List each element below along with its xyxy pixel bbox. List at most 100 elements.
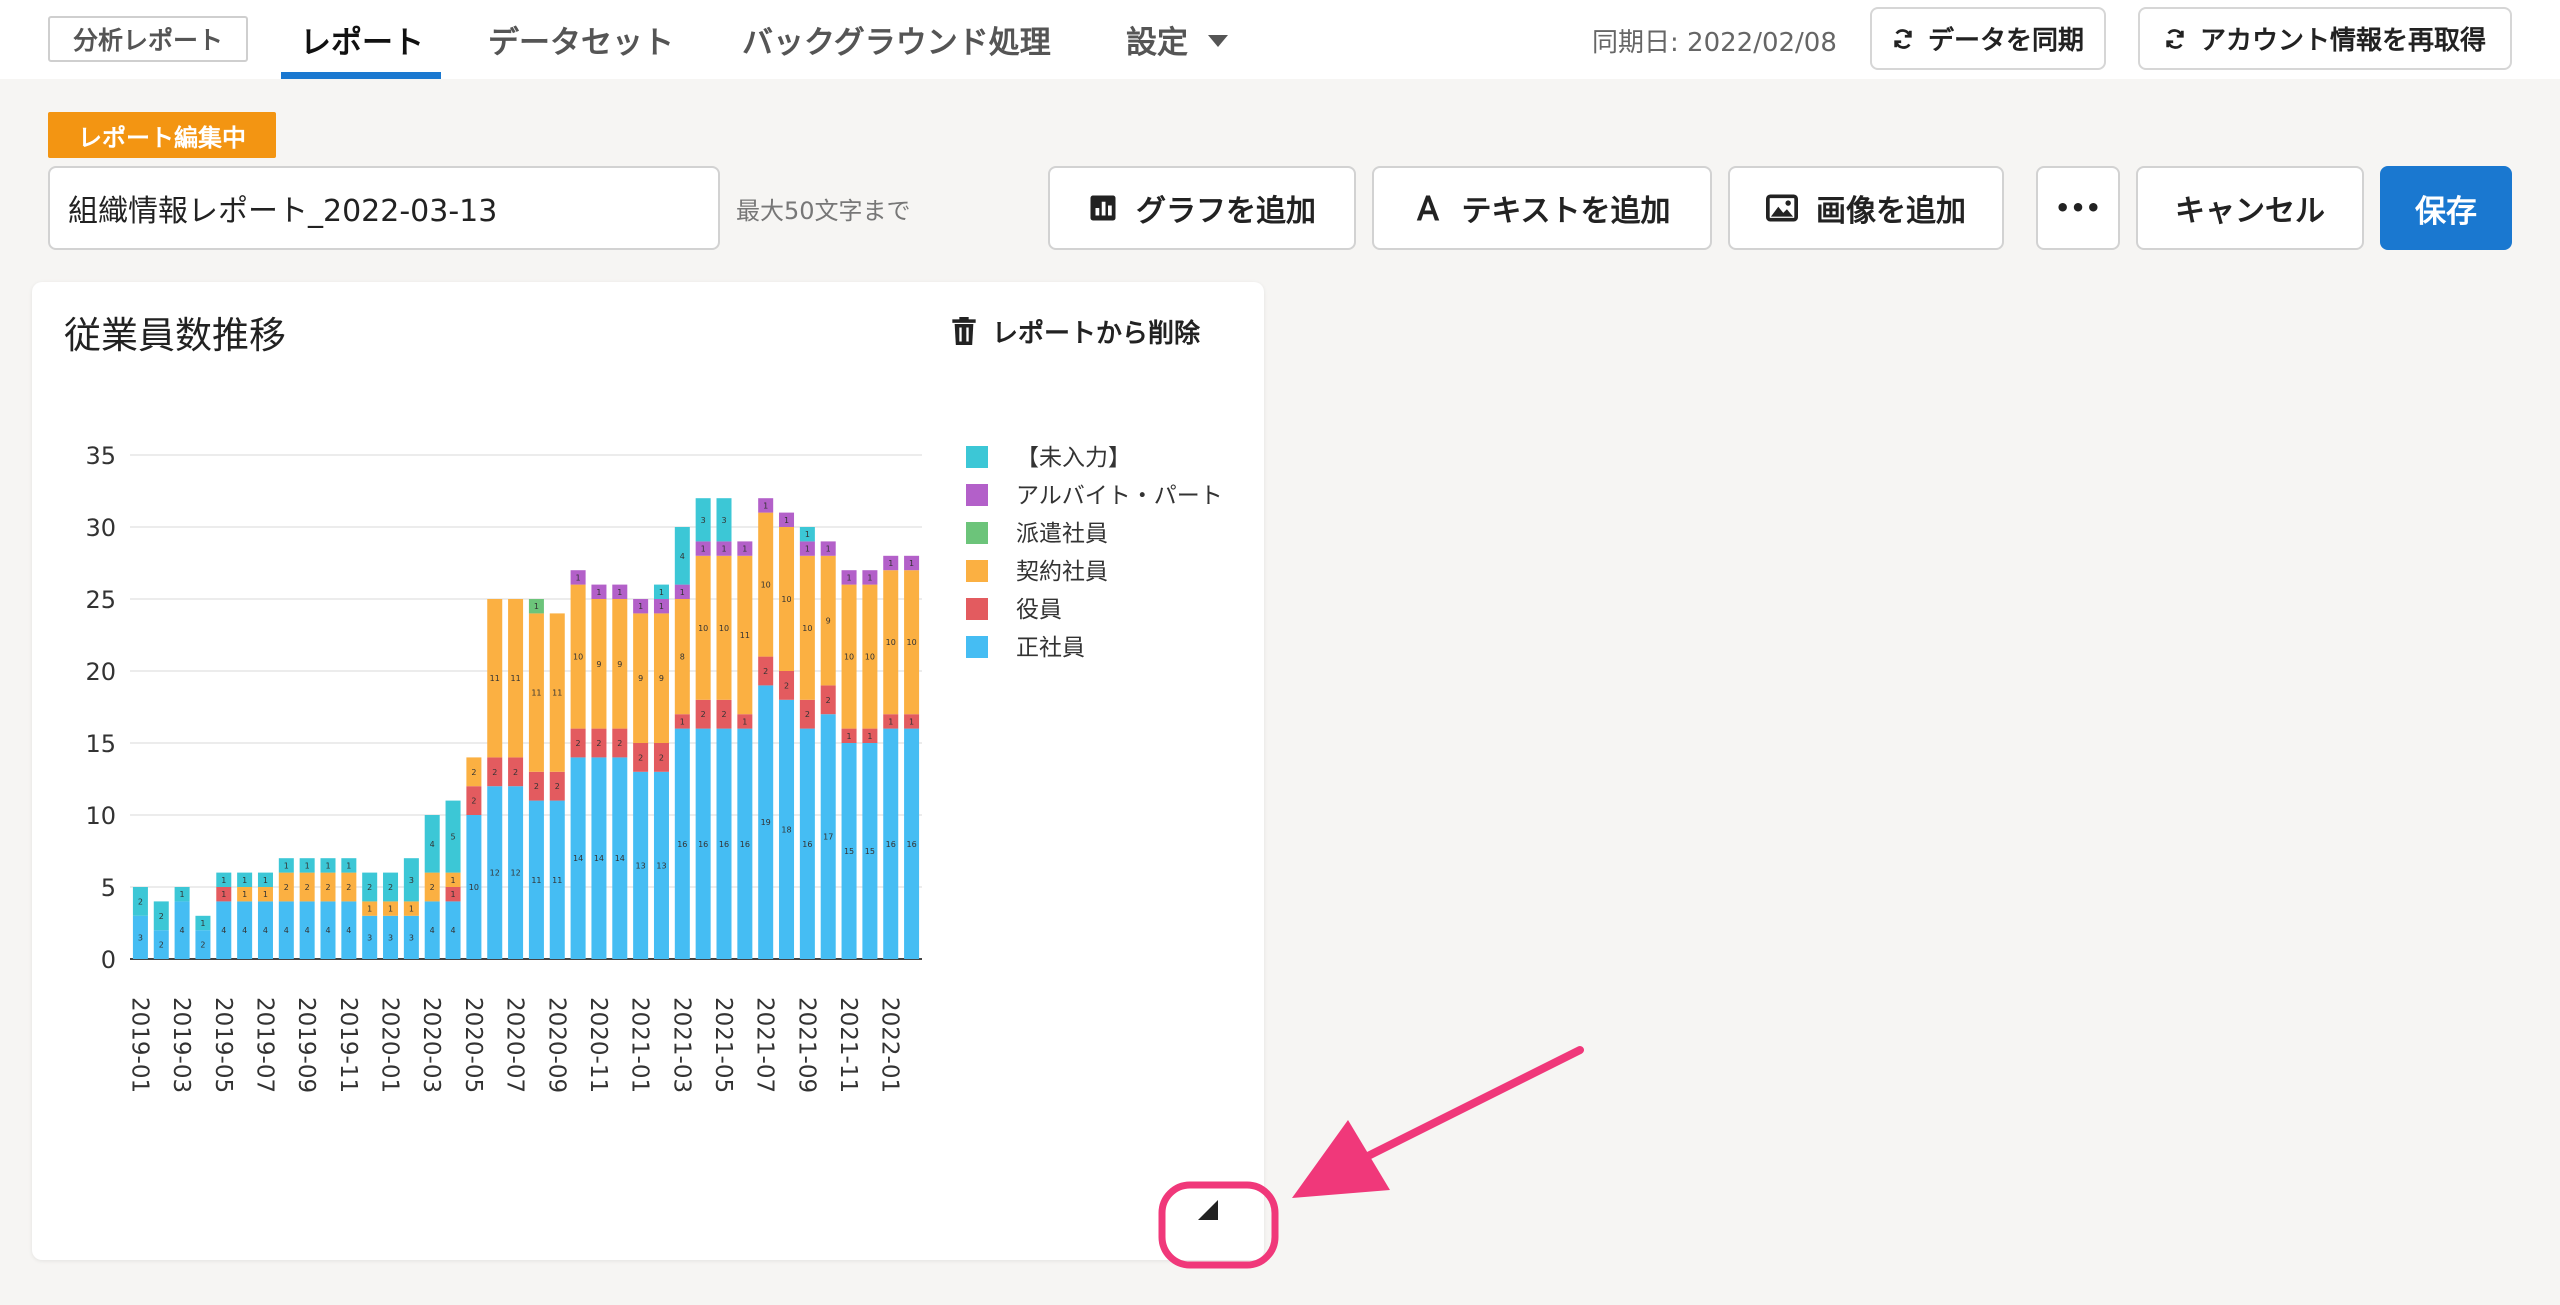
x-tick-label: 2020-03 — [418, 997, 444, 1093]
bar-data-label: 1 — [325, 861, 330, 870]
bar-data-label: 4 — [242, 926, 247, 935]
bar-data-label: 1 — [263, 890, 268, 899]
employee-count-chart: 0510152025303532224121411411411421421421… — [85, 442, 1223, 1093]
bar-data-label: 19 — [761, 818, 771, 827]
bar-data-label: 2 — [346, 883, 351, 892]
bar-data-label: 1 — [763, 501, 768, 510]
bar-data-label: 16 — [802, 840, 812, 849]
bar-data-label: 11 — [531, 689, 541, 698]
y-tick-label: 35 — [85, 442, 116, 470]
bar-data-label: 11 — [510, 674, 520, 683]
bar-data-label: 12 — [490, 869, 500, 878]
bar-data-label: 1 — [805, 545, 810, 554]
x-tick-label: 2019-05 — [210, 997, 236, 1093]
bar-data-label: 1 — [284, 861, 289, 870]
bar-data-label: 2 — [659, 753, 664, 762]
x-tick-label: 2019-03 — [168, 997, 194, 1093]
bar-data-label: 1 — [451, 890, 456, 899]
bar-data-label: 13 — [636, 861, 646, 870]
bar-data-label: 1 — [742, 717, 747, 726]
bar-data-label: 1 — [888, 559, 893, 568]
bar-data-label: 3 — [388, 933, 393, 942]
bar-data-label: 5 — [451, 833, 456, 842]
bar-data-label: 1 — [888, 717, 893, 726]
bar-data-label: 3 — [701, 516, 706, 525]
bar-data-label: 10 — [865, 653, 875, 662]
legend-label: アルバイト・パート — [1016, 483, 1223, 509]
x-tick-label: 2021-05 — [710, 997, 736, 1093]
bar-data-label: 10 — [844, 653, 854, 662]
y-tick-label: 25 — [85, 586, 116, 614]
legend-label: 役員 — [1016, 597, 1062, 623]
bar-data-label: 1 — [867, 573, 872, 582]
x-tick-label: 2020-07 — [502, 997, 528, 1093]
bar-data-label: 3 — [367, 933, 372, 942]
legend-label: 契約社員 — [1016, 559, 1108, 585]
bar-data-label: 1 — [576, 573, 581, 582]
bar-data-label: 10 — [886, 638, 896, 647]
bar-data-label: 3 — [409, 933, 414, 942]
bar-data-label: 3 — [409, 876, 414, 885]
bar-data-label: 10 — [469, 883, 479, 892]
y-tick-label: 0 — [101, 946, 116, 974]
bar-data-label: 1 — [867, 732, 872, 741]
y-tick-label: 30 — [85, 514, 116, 542]
x-tick-label: 2020-01 — [377, 997, 403, 1093]
bar-data-label: 1 — [242, 890, 247, 899]
bar-data-label: 10 — [761, 581, 771, 590]
bar-data-label: 16 — [719, 840, 729, 849]
bar-data-label: 1 — [909, 559, 914, 568]
x-tick-label: 2020-05 — [460, 997, 486, 1093]
bar-data-label: 16 — [677, 840, 687, 849]
legend-swatch — [966, 446, 988, 468]
resize-handle-icon[interactable] — [1196, 1198, 1220, 1222]
bar-data-label: 1 — [221, 890, 226, 899]
bar-data-label: 2 — [513, 768, 518, 777]
bar-data-label: 1 — [659, 588, 664, 597]
bar-data-label: 3 — [138, 933, 143, 942]
bar-data-label: 4 — [430, 926, 435, 935]
bar-data-label: 1 — [805, 530, 810, 539]
bar-data-label: 10 — [906, 638, 916, 647]
bar-data-label: 1 — [388, 905, 393, 914]
bar-data-label: 1 — [200, 919, 205, 928]
x-tick-label: 2020-11 — [585, 997, 611, 1093]
bar-data-label: 2 — [596, 739, 601, 748]
bar-data-label: 2 — [492, 768, 497, 777]
x-tick-label: 2019-11 — [335, 997, 361, 1093]
bar-data-label: 11 — [531, 876, 541, 885]
x-tick-label: 2019-01 — [126, 997, 152, 1093]
bar-data-label: 13 — [656, 861, 666, 870]
bar-data-label: 1 — [659, 602, 664, 611]
bar-data-label: 2 — [805, 710, 810, 719]
bar-data-label: 4 — [284, 926, 289, 935]
bar-data-label: 1 — [847, 573, 852, 582]
bar-data-label: 2 — [284, 883, 289, 892]
legend-label: 正社員 — [1016, 635, 1085, 661]
bar-data-label: 10 — [698, 624, 708, 633]
bar-data-label: 2 — [471, 797, 476, 806]
bar-data-label: 11 — [552, 689, 562, 698]
bar-data-label: 1 — [305, 861, 310, 870]
bar-data-label: 4 — [305, 926, 310, 935]
bar-data-label: 15 — [844, 847, 854, 856]
bar-data-label: 9 — [617, 660, 622, 669]
x-tick-label: 2020-09 — [543, 997, 569, 1093]
x-tick-label: 2021-11 — [835, 997, 861, 1093]
bar-data-label: 1 — [346, 861, 351, 870]
bar-data-label: 15 — [865, 847, 875, 856]
bar-data-label: 2 — [763, 667, 768, 676]
bar-data-label: 1 — [617, 588, 622, 597]
bar-data-label: 4 — [680, 552, 685, 561]
legend-swatch — [966, 598, 988, 620]
bar-data-label: 2 — [576, 739, 581, 748]
bar-data-label: 18 — [781, 825, 791, 834]
legend-swatch — [966, 560, 988, 582]
bar-data-label: 2 — [534, 782, 539, 791]
legend-label: 【未入力】 — [1016, 445, 1131, 471]
x-tick-label: 2021-09 — [793, 997, 819, 1093]
legend-label: 派遣社員 — [1016, 521, 1108, 547]
bar-data-label: 1 — [742, 545, 747, 554]
bar-data-label: 3 — [721, 516, 726, 525]
bar-data-label: 10 — [802, 624, 812, 633]
